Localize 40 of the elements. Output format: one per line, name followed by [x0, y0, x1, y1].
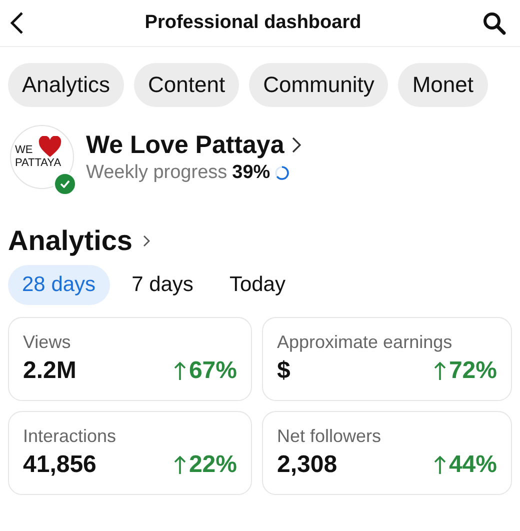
- logo-text: PATTAYA: [15, 157, 62, 170]
- range-tab[interactable]: 7 days: [118, 265, 208, 305]
- heart-icon: [38, 136, 62, 158]
- search-button[interactable]: [482, 11, 506, 35]
- chevron-icon: [292, 137, 302, 153]
- up-arrow-icon: [434, 361, 446, 381]
- metric-value: 2.2M: [23, 357, 76, 385]
- page-title: Professional dashboard: [144, 12, 362, 34]
- progress-value: 39%: [232, 162, 270, 184]
- progress-label: Weekly progress: [86, 162, 228, 184]
- metric-label: Views: [23, 332, 72, 353]
- metric-value: $: [277, 357, 290, 385]
- metric-change: 72%: [448, 357, 497, 385]
- chevron-icon: [142, 235, 150, 247]
- range-tab[interactable]: 28 days: [8, 265, 110, 305]
- metric-value: 2,308: [277, 451, 338, 479]
- metric-change: 44%: [448, 451, 497, 479]
- up-arrow-icon: [174, 361, 186, 381]
- section-title: Analytics: [8, 225, 132, 257]
- metric-label: Net followers: [277, 426, 382, 447]
- progress-ring-icon: [275, 166, 290, 180]
- category-chip[interactable]: Community: [249, 63, 388, 107]
- metric-change: 67%: [188, 357, 237, 385]
- metric-value: 41,856: [23, 451, 96, 479]
- metric-card[interactable]: Interactions 41,856 22%: [8, 411, 252, 495]
- up-arrow-icon: [434, 455, 446, 475]
- category-chip[interactable]: Analytics: [8, 63, 124, 107]
- back-button[interactable]: [10, 11, 24, 35]
- logo-text: WE: [15, 144, 33, 157]
- account-name[interactable]: We Love Pattaya: [86, 130, 284, 160]
- metric-label: Interactions: [23, 426, 118, 447]
- metric-card[interactable]: Net followers 2,308 44%: [262, 411, 512, 495]
- category-chip[interactable]: Monet: [398, 63, 488, 107]
- metric-label: Approximate earnings: [277, 332, 454, 353]
- range-tab[interactable]: Today: [215, 265, 300, 305]
- metric-change: 22%: [188, 451, 237, 479]
- up-arrow-icon: [174, 455, 186, 475]
- category-chip[interactable]: Content: [134, 63, 240, 107]
- metric-card[interactable]: Approximate earnings $ 72%: [262, 317, 512, 401]
- metric-card[interactable]: Views 2.2M 67%: [8, 317, 252, 401]
